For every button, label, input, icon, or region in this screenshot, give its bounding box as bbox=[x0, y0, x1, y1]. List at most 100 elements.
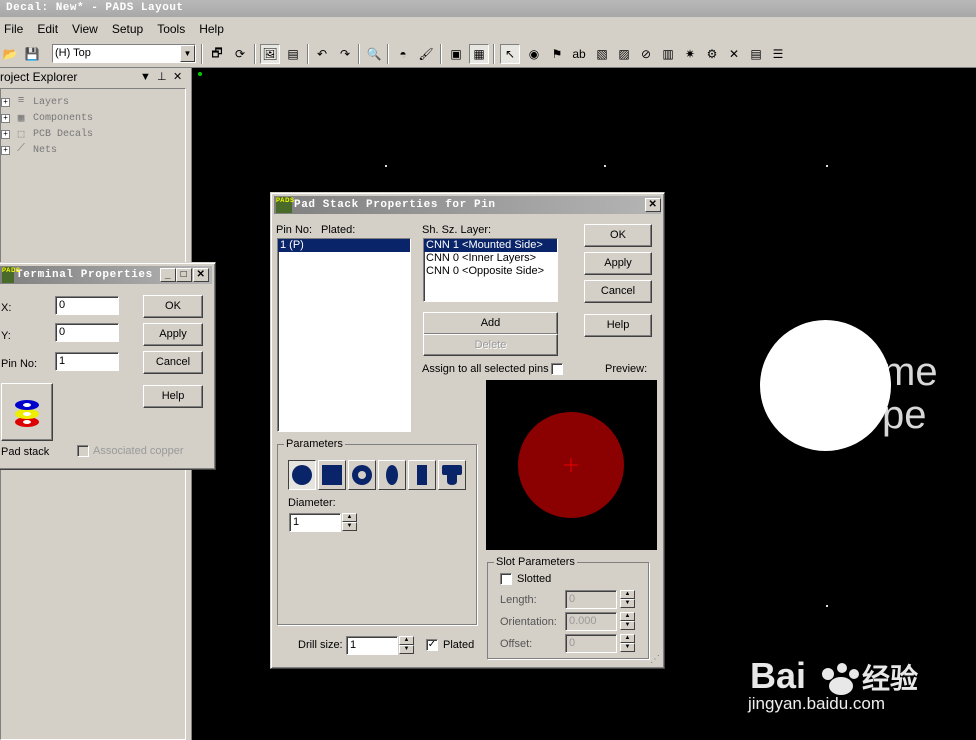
expand-icon[interactable]: + bbox=[1, 145, 10, 155]
drafting-toolbar-icon[interactable]: ▤ bbox=[283, 44, 303, 64]
pad-stack-dialog: PADS Pad Stack Properties for Pin ✕ Pin … bbox=[270, 192, 665, 669]
pin-icon[interactable]: ⊥ bbox=[157, 68, 167, 86]
pad-stack-button[interactable] bbox=[1, 383, 53, 441]
menu-edit[interactable]: Edit bbox=[37, 22, 58, 36]
terminal-apply-button[interactable]: Apply bbox=[143, 323, 203, 346]
list-item[interactable]: CNN 0 <Inner Layers> bbox=[424, 252, 557, 265]
terminal-icon[interactable]: ◉ bbox=[524, 44, 544, 64]
terminal-dialog-titlebar: PADS Terminal Properties _ □ ✕ bbox=[0, 266, 212, 284]
menu-file[interactable]: File bbox=[4, 22, 23, 36]
slotted-label: Slotted bbox=[517, 573, 552, 585]
orientation-spinner[interactable]: ▲ ▼ bbox=[620, 612, 635, 631]
odd-shape-icon[interactable] bbox=[438, 460, 466, 490]
drill-size-spinner[interactable]: ▲ ▼ bbox=[399, 636, 414, 655]
y-field[interactable]: 0 bbox=[55, 323, 119, 342]
keepout-icon[interactable]: ⊘ bbox=[636, 44, 656, 64]
preview-label: Preview: bbox=[605, 363, 648, 375]
square-shape-icon[interactable] bbox=[318, 460, 346, 490]
list-item[interactable]: 1 (P) bbox=[278, 239, 410, 252]
copper-cutout-icon[interactable]: ▨ bbox=[614, 44, 634, 64]
add-button[interactable]: Add bbox=[423, 312, 558, 335]
tree-item-layers[interactable]: + ≡ Layers bbox=[1, 94, 69, 110]
resize-grip-icon[interactable]: ⋰ bbox=[650, 654, 662, 666]
nets-icon: ⟋ bbox=[17, 143, 25, 155]
copper-icon[interactable]: ▧ bbox=[592, 44, 612, 64]
orientation-field[interactable]: 0.000 bbox=[565, 612, 617, 631]
chevron-down-icon[interactable]: ▼ bbox=[180, 45, 195, 62]
round-shape-icon[interactable] bbox=[288, 460, 316, 490]
minimize-icon[interactable]: _ bbox=[160, 268, 176, 282]
expand-icon[interactable]: + bbox=[1, 97, 10, 107]
pin-no-label: Pin No: bbox=[1, 358, 38, 370]
dxf-icon[interactable]: ✕ bbox=[724, 44, 744, 64]
layer-select[interactable]: (H) Top ▼ bbox=[52, 44, 196, 63]
properties-icon[interactable]: 🗗 bbox=[207, 44, 227, 64]
drill-size-label: Drill size: bbox=[298, 639, 343, 651]
text-icon[interactable]: ab bbox=[569, 44, 589, 64]
menu-view[interactable]: View bbox=[72, 22, 98, 36]
close-icon[interactable]: ✕ bbox=[193, 268, 209, 282]
menu-help[interactable]: Help bbox=[199, 22, 224, 36]
diameter-spinner[interactable]: ▲ ▼ bbox=[342, 513, 357, 532]
menu-setup[interactable]: Setup bbox=[112, 22, 143, 36]
expand-icon[interactable]: + bbox=[1, 129, 10, 139]
pin-list[interactable]: 1 (P) bbox=[277, 238, 411, 432]
offset-field[interactable]: 0 bbox=[565, 634, 617, 653]
refresh-icon[interactable]: ⟳ bbox=[230, 44, 250, 64]
library-icon[interactable]: ▥ bbox=[658, 44, 678, 64]
decal-editor-icon[interactable]: ▦ bbox=[469, 44, 489, 64]
expand-icon[interactable]: + bbox=[1, 113, 10, 123]
rectangle-shape-icon[interactable] bbox=[408, 460, 436, 490]
brush-icon[interactable]: 🖌 bbox=[416, 44, 436, 64]
menu-tools[interactable]: Tools bbox=[157, 22, 185, 36]
oval-shape-icon[interactable] bbox=[378, 460, 406, 490]
design-toolbar-icon[interactable]: 🖼 bbox=[260, 44, 280, 64]
redo-icon[interactable]: ↷ bbox=[335, 44, 355, 64]
associated-copper-checkbox[interactable] bbox=[77, 445, 89, 457]
maximize-icon[interactable]: □ bbox=[176, 268, 192, 282]
delete-button[interactable]: Delete bbox=[423, 334, 558, 356]
grid-dot bbox=[385, 165, 387, 167]
pad-circle[interactable] bbox=[760, 320, 891, 451]
undo-icon[interactable]: ↶ bbox=[312, 44, 332, 64]
tree-item-nets[interactable]: + ⟋ Nets bbox=[1, 142, 57, 158]
assign-all-checkbox[interactable] bbox=[551, 363, 563, 375]
offset-spinner[interactable]: ▲ ▼ bbox=[620, 634, 635, 653]
report-icon[interactable]: ▤ bbox=[746, 44, 766, 64]
annular-shape-icon[interactable] bbox=[348, 460, 376, 490]
list-item[interactable]: CNN 1 <Mounted Side> bbox=[424, 239, 557, 252]
select-arrow-icon[interactable]: ↖ bbox=[500, 44, 520, 64]
tree-item-components[interactable]: + ▦ Components bbox=[1, 110, 93, 126]
plated-checkbox[interactable]: ✓ bbox=[426, 639, 438, 651]
dropdown-icon[interactable]: ▼ bbox=[140, 68, 151, 86]
x-field[interactable]: 0 bbox=[55, 296, 119, 315]
terminal-cancel-button[interactable]: Cancel bbox=[143, 351, 203, 374]
pad-ok-button[interactable]: OK bbox=[584, 224, 652, 247]
wizard-icon[interactable]: ⚑ bbox=[547, 44, 567, 64]
pin-no-field[interactable]: 1 bbox=[55, 352, 119, 371]
length-field[interactable]: 0 bbox=[565, 590, 617, 609]
terminal-help-button[interactable]: Help bbox=[143, 385, 203, 408]
burst-icon[interactable]: ✷ bbox=[680, 44, 700, 64]
view-icon[interactable]: ◓ bbox=[393, 44, 413, 64]
slotted-checkbox[interactable] bbox=[500, 573, 512, 585]
close-icon[interactable]: ✕ bbox=[645, 198, 661, 212]
drill-size-field[interactable]: 1 bbox=[346, 636, 398, 655]
setup-icon[interactable]: ⚙ bbox=[702, 44, 722, 64]
length-spinner[interactable]: ▲ ▼ bbox=[620, 590, 635, 609]
diameter-field[interactable]: 1 bbox=[289, 513, 341, 532]
pad-apply-button[interactable]: Apply bbox=[584, 252, 652, 275]
terminal-ok-button[interactable]: OK bbox=[143, 295, 203, 318]
pad-cancel-button[interactable]: Cancel bbox=[584, 280, 652, 303]
tree-item-pcb-decals[interactable]: + ⬚ PCB Decals bbox=[1, 126, 93, 142]
list-icon[interactable]: ☰ bbox=[768, 44, 788, 64]
list-item[interactable]: CNN 0 <Opposite Side> bbox=[424, 265, 557, 278]
board-icon[interactable]: ▣ bbox=[446, 44, 466, 64]
close-icon[interactable]: ✕ bbox=[173, 68, 182, 86]
open-folder-icon[interactable]: 📂 bbox=[0, 44, 20, 64]
layer-list[interactable]: CNN 1 <Mounted Side> CNN 0 <Inner Layers… bbox=[423, 238, 558, 302]
watermark: Bai 经验 jingyan.baidu.com bbox=[748, 650, 928, 722]
pad-help-button[interactable]: Help bbox=[584, 314, 652, 337]
zoom-icon[interactable]: 🔍 bbox=[364, 44, 384, 64]
save-icon[interactable]: 💾 bbox=[22, 44, 42, 64]
